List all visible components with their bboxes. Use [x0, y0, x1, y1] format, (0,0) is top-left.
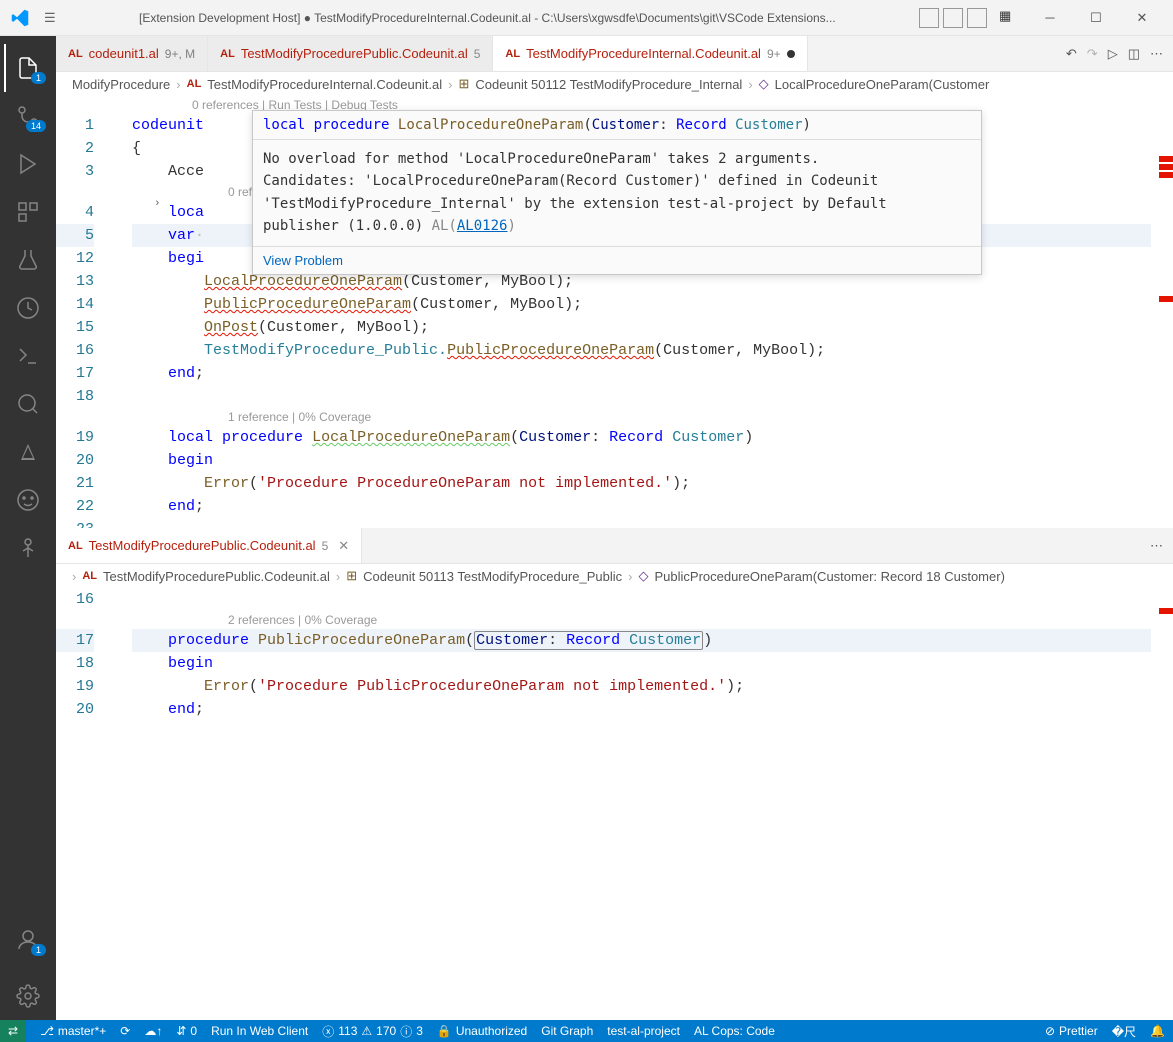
- tab-public[interactable]: AL TestModifyProcedurePublic.Codeunit.al…: [208, 36, 493, 71]
- accounts-badge: 1: [31, 944, 46, 956]
- tab-codeunit1[interactable]: AL codeunit1.al 9+, M: [56, 36, 208, 71]
- ports[interactable]: ⇵ 0: [176, 1024, 197, 1038]
- window-title: [Extension Development Host] ● TestModif…: [56, 11, 919, 25]
- minimap[interactable]: [1151, 588, 1173, 1020]
- al-cops[interactable]: AL Cops: Code: [694, 1024, 775, 1038]
- azure-icon[interactable]: [4, 428, 52, 476]
- code-editor-top[interactable]: 1 2 3 4 5 12 13 14 15 16 17 18 19 20 21 …: [56, 96, 1173, 528]
- run-icon[interactable]: ▷: [1108, 46, 1118, 62]
- status-bar: ⇄ ⎇ master*+ ⟳ ☁↑ ⇵ 0 Run In Web Client …: [0, 1020, 1173, 1042]
- auth-status[interactable]: 🔒 Unauthorized: [437, 1024, 527, 1038]
- extensions-icon[interactable]: [4, 188, 52, 236]
- editor-tabs-top: AL codeunit1.al 9+, M AL TestModifyProce…: [56, 36, 1173, 72]
- tab-internal[interactable]: AL TestModifyProcedureInternal.Codeunit.…: [493, 36, 807, 71]
- timeline-icon[interactable]: [4, 284, 52, 332]
- code-editor-bottom[interactable]: 16 17 18 19 20 2 references | 0% Coverag…: [56, 588, 1173, 1020]
- menu-icon[interactable]: ☰: [44, 10, 56, 26]
- git-graph[interactable]: Git Graph: [541, 1024, 593, 1038]
- breadcrumb-folder[interactable]: ModifyProcedure: [72, 77, 170, 92]
- layout-right-icon[interactable]: [967, 8, 987, 28]
- view-problem-link[interactable]: View Problem: [253, 246, 981, 274]
- search-icon[interactable]: [4, 380, 52, 428]
- al-icon: AL: [68, 48, 83, 60]
- al-project[interactable]: test-al-project: [607, 1024, 680, 1038]
- symbol-method-icon: ◇: [638, 568, 648, 584]
- hover-tooltip: local procedure LocalProcedureOneParam(C…: [252, 110, 982, 275]
- go-forward-icon[interactable]: ↷: [1087, 46, 1098, 62]
- breadcrumb-symbol[interactable]: Codeunit 50112 TestModifyProcedure_Inter…: [475, 77, 742, 92]
- breadcrumb-method[interactable]: PublicProcedureOneParam(Customer: Record…: [654, 569, 1004, 584]
- breadcrumb-top[interactable]: ModifyProcedure › AL TestModifyProcedure…: [56, 72, 1173, 96]
- breadcrumb-file[interactable]: TestModifyProcedurePublic.Codeunit.al: [103, 569, 330, 584]
- settings-gear-icon[interactable]: [4, 972, 52, 1020]
- feedback-icon[interactable]: �尺: [1112, 1023, 1136, 1040]
- bottom-tab-public[interactable]: AL TestModifyProcedurePublic.Codeunit.al…: [56, 528, 362, 563]
- breadcrumb-symbol[interactable]: Codeunit 50113 TestModifyProcedure_Publi…: [363, 569, 622, 584]
- layout-left-icon[interactable]: [919, 8, 939, 28]
- vscode-logo-icon: [8, 6, 32, 30]
- notifications-icon[interactable]: 🔔: [1150, 1023, 1165, 1040]
- remote-indicator[interactable]: ⇄: [0, 1020, 26, 1042]
- activity-bar: 1 14: [0, 36, 56, 1020]
- accounts-icon[interactable]: 1: [4, 916, 52, 964]
- sync-icon[interactable]: ⟳: [120, 1024, 130, 1038]
- explorer-icon[interactable]: 1: [4, 44, 52, 92]
- minimize-button[interactable]: ─: [1027, 0, 1073, 36]
- fold-icon[interactable]: ›: [154, 198, 161, 210]
- breadcrumb-bottom[interactable]: › AL TestModifyProcedurePublic.Codeunit.…: [56, 564, 1173, 588]
- maximize-button[interactable]: ☐: [1073, 0, 1119, 36]
- prettier-status[interactable]: ⊘ Prettier: [1045, 1023, 1098, 1040]
- error-code-link[interactable]: AL0126: [457, 218, 508, 234]
- split-editor-icon[interactable]: ◫: [1128, 46, 1140, 62]
- gitlens-icon[interactable]: [4, 524, 52, 572]
- symbol-method-icon: ◇: [759, 76, 769, 92]
- layout-bottom-icon[interactable]: [943, 8, 963, 28]
- al-icon: AL: [505, 48, 520, 60]
- al-icon: AL: [68, 540, 83, 552]
- editor-tabs-bottom: AL TestModifyProcedurePublic.Codeunit.al…: [56, 528, 1173, 564]
- symbol-class-icon: ⊞: [459, 76, 470, 92]
- al-icon: AL: [187, 78, 202, 90]
- close-tab-icon[interactable]: ✕: [338, 538, 349, 554]
- minimap[interactable]: [1151, 96, 1173, 528]
- run-debug-icon[interactable]: [4, 140, 52, 188]
- run-in-web-client[interactable]: Run In Web Client: [211, 1024, 308, 1038]
- close-window-button[interactable]: ✕: [1119, 0, 1165, 36]
- al-icon: AL: [220, 48, 235, 60]
- testing-icon[interactable]: [4, 236, 52, 284]
- codelens[interactable]: 1 reference | 0% Coverage: [132, 408, 1151, 426]
- breadcrumb-file[interactable]: TestModifyProcedureInternal.Codeunit.al: [207, 77, 442, 92]
- more-actions-icon[interactable]: ⋯: [1150, 46, 1163, 62]
- title-bar: ☰ [Extension Development Host] ● TestMod…: [0, 0, 1173, 36]
- more-actions-icon[interactable]: ⋯: [1150, 538, 1163, 554]
- customize-layout-icon[interactable]: ▦: [999, 8, 1019, 28]
- al-icon: AL: [82, 570, 97, 582]
- git-branch[interactable]: ⎇ master*+: [40, 1024, 106, 1038]
- source-control-icon[interactable]: 14: [4, 92, 52, 140]
- scm-badge: 14: [26, 120, 46, 132]
- dirty-indicator-icon: [787, 50, 795, 58]
- breadcrumb-method[interactable]: LocalProcedureOneParam(Customer: [775, 77, 990, 92]
- symbol-class-icon: ⊞: [346, 568, 357, 584]
- layout-controls: ▦: [919, 8, 1019, 28]
- terminal-icon[interactable]: [4, 332, 52, 380]
- snyk-icon[interactable]: [4, 476, 52, 524]
- codelens[interactable]: 2 references | 0% Coverage: [132, 611, 1151, 629]
- cloud-upload-icon[interactable]: ☁↑: [144, 1024, 162, 1038]
- problems[interactable]: ⓧ 113 ⚠ 170 ⓘ 3: [322, 1023, 423, 1040]
- explorer-badge: 1: [31, 72, 46, 84]
- go-back-icon[interactable]: ↶: [1066, 46, 1077, 62]
